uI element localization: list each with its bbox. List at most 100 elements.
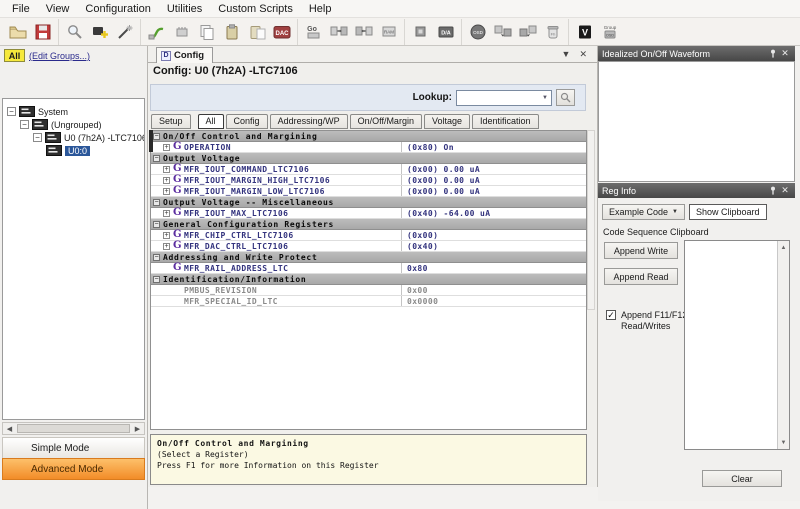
section-collapse-icon[interactable]: −: [153, 133, 160, 140]
scroll-right-icon[interactable]: ▶: [131, 423, 144, 434]
panel-menu-icon[interactable]: ▼: [562, 48, 571, 60]
section-collapse-icon[interactable]: −: [153, 221, 160, 228]
row-expand-icon[interactable]: +: [163, 243, 170, 250]
section-collapse-icon[interactable]: −: [153, 199, 160, 206]
all-group-badge[interactable]: All: [4, 49, 25, 62]
register-value[interactable]: (0x40) -64.00 uA: [407, 209, 490, 218]
add-device-icon[interactable]: [87, 20, 112, 44]
register-value[interactable]: (0x00) 0.00 uA: [407, 165, 480, 174]
register-value[interactable]: 0x80: [407, 264, 428, 273]
chevron-down-icon[interactable]: ▼: [542, 95, 551, 101]
save-icon[interactable]: [30, 20, 55, 44]
tree-node-u0-0[interactable]: U0:0: [3, 144, 144, 157]
register-value[interactable]: (0x00) 0.00 uA: [407, 187, 480, 196]
textarea-scrollbar[interactable]: ▲ ▼: [777, 241, 789, 449]
scroll-up-icon[interactable]: ▲: [778, 242, 789, 253]
section-output-voltage[interactable]: − Output Voltage: [151, 153, 586, 164]
paste-special-icon[interactable]: [244, 20, 269, 44]
pin-icon[interactable]: [767, 186, 779, 195]
section-addressing-and-write-protect[interactable]: − Addressing and Write Protect: [151, 252, 586, 263]
register-row-mfr-dac-ctrl-ltc7106[interactable]: + G MFR_DAC_CTRL_LTC7106 (0x40): [151, 241, 586, 252]
register-row-mfr-iout-max-ltc7106[interactable]: + G MFR_IOUT_MAX_LTC7106 (0x40) -64.00 u…: [151, 208, 586, 219]
tree-expander-icon[interactable]: −: [33, 133, 42, 142]
append-f11-f12-checkbox[interactable]: ✓: [606, 310, 616, 320]
open-file-icon[interactable]: [5, 20, 30, 44]
tree-node-ungrouped[interactable]: − (Ungrouped): [3, 118, 144, 131]
lookup-combobox[interactable]: ▼: [456, 90, 552, 106]
menu-custom-scripts[interactable]: Custom Scripts: [210, 2, 301, 16]
scrollbar-thumb[interactable]: [17, 424, 130, 433]
tree-horizontal-scrollbar[interactable]: ◀ ▶: [2, 422, 145, 435]
clear-button[interactable]: Clear: [702, 470, 782, 487]
connect-icon[interactable]: [144, 20, 169, 44]
row-expand-icon[interactable]: +: [163, 144, 170, 151]
ram-box-icon[interactable]: RAM: [376, 20, 401, 44]
register-row-mfr-rail-address-ltc[interactable]: + G MFR_RAIL_ADDRESS_LTC 0x80: [151, 263, 586, 274]
paste-icon[interactable]: [219, 20, 244, 44]
ram-to-pc-icon[interactable]: [351, 20, 376, 44]
group-osd-icon[interactable]: GroupOSD: [597, 20, 622, 44]
append-write-button[interactable]: Append Write: [604, 242, 678, 259]
register-value[interactable]: (0x00) 0.00 uA: [407, 176, 480, 185]
row-expand-icon[interactable]: +: [163, 177, 170, 184]
tree-expander-icon[interactable]: −: [20, 120, 29, 129]
row-expand-icon[interactable]: +: [163, 188, 170, 195]
tab-identification[interactable]: Identification: [472, 114, 539, 129]
tab-setup[interactable]: Setup: [151, 114, 191, 129]
menu-utilities[interactable]: Utilities: [159, 2, 210, 16]
find-icon[interactable]: [62, 20, 87, 44]
register-row-mfr-special-id-ltc[interactable]: + G MFR_SPECIAL_ID_LTC 0x0000: [151, 296, 586, 307]
tab-all[interactable]: All: [198, 114, 224, 129]
section-collapse-icon[interactable]: −: [153, 276, 160, 283]
nvm-to-ram-icon[interactable]: [515, 20, 540, 44]
pc-to-ram-icon[interactable]: [326, 20, 351, 44]
register-value[interactable]: 0x0000: [407, 297, 438, 306]
ram-to-nvm-icon[interactable]: [490, 20, 515, 44]
nvm-store-icon[interactable]: Fh: [540, 20, 565, 44]
tab-addressing-wp[interactable]: Addressing/WP: [270, 114, 348, 129]
ram-chip-icon[interactable]: [169, 20, 194, 44]
pin-icon[interactable]: [767, 49, 779, 58]
close-icon[interactable]: ✕: [779, 48, 791, 59]
menu-help[interactable]: Help: [301, 2, 340, 16]
section-output-voltage-miscellaneous[interactable]: − Output Voltage -- Miscellaneous: [151, 197, 586, 208]
section-on-off-control-and-margining[interactable]: − On/Off Control and Margining: [151, 131, 586, 142]
row-expand-icon[interactable]: +: [163, 232, 170, 239]
da-converter-icon[interactable]: D/A: [433, 20, 458, 44]
register-row-pmbus-revision[interactable]: + G PMBUS_REVISION 0x00: [151, 285, 586, 296]
advanced-mode-button[interactable]: Advanced Mode: [2, 458, 145, 480]
go-online-icon[interactable]: Go: [301, 20, 326, 44]
code-clipboard-textarea[interactable]: ▲ ▼: [684, 240, 790, 450]
panel-close-icon[interactable]: ✕: [579, 48, 587, 60]
register-value[interactable]: (0x80) On: [407, 143, 454, 152]
register-value[interactable]: (0x40): [407, 242, 438, 251]
dac-icon[interactable]: DAC: [269, 20, 294, 44]
cpu-icon[interactable]: [408, 20, 433, 44]
tree-expander-icon[interactable]: −: [7, 107, 16, 116]
wizard-icon[interactable]: [112, 20, 137, 44]
copy-icon[interactable]: [194, 20, 219, 44]
tree-node-u0-7h2a-ltc7106[interactable]: − U0 (7h2A) -LTC7106: [3, 131, 144, 144]
register-row-mfr-iout-margin-low-ltc7106[interactable]: + G MFR_IOUT_MARGIN_LOW_LTC7106 (0x00) 0…: [151, 186, 586, 197]
row-expand-icon[interactable]: +: [163, 166, 170, 173]
table-vertical-scrollbar[interactable]: [587, 130, 595, 310]
section-collapse-icon[interactable]: −: [153, 254, 160, 261]
scroll-down-icon[interactable]: ▼: [778, 437, 789, 448]
scroll-left-icon[interactable]: ◀: [3, 423, 16, 434]
section-collapse-icon[interactable]: −: [153, 155, 160, 162]
tab-config[interactable]: Config: [226, 114, 268, 129]
tree-node-system[interactable]: − System: [3, 105, 144, 118]
lookup-search-button[interactable]: [556, 89, 575, 106]
example-code-button[interactable]: Example Code ▼: [602, 204, 685, 220]
simple-mode-button[interactable]: Simple Mode: [2, 437, 145, 459]
table-scrollbar-thumb[interactable]: [149, 130, 153, 152]
menu-file[interactable]: File: [4, 2, 38, 16]
close-icon[interactable]: ✕: [779, 185, 791, 196]
osd-icon[interactable]: OSD: [465, 20, 490, 44]
tab-voltage[interactable]: Voltage: [424, 114, 470, 129]
verify-icon[interactable]: V: [572, 20, 597, 44]
edit-groups-link[interactable]: (Edit Groups...): [29, 51, 90, 61]
section-identification-information[interactable]: − Identification/Information: [151, 274, 586, 285]
tab-on-off-margin[interactable]: On/Off/Margin: [350, 114, 422, 129]
register-value[interactable]: (0x00): [407, 231, 438, 240]
